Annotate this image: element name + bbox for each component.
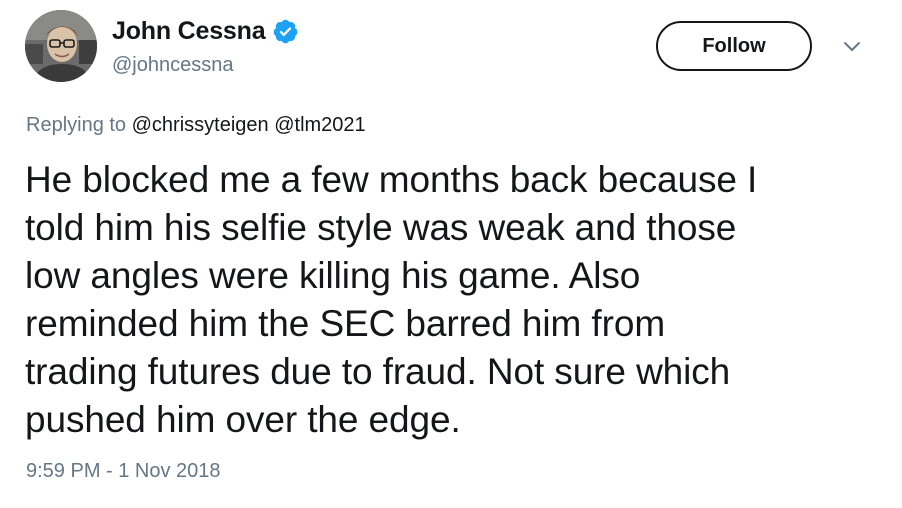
chevron-down-icon[interactable]	[842, 40, 862, 54]
tweet-text-line: He blocked me a few months back because …	[25, 159, 758, 200]
mention-link[interactable]: @tlm2021	[274, 114, 365, 136]
user-handle[interactable]: @johncessna	[112, 54, 233, 77]
mention-link[interactable]: @chrissyteigen	[132, 114, 269, 136]
replying-to-label: Replying to	[26, 114, 127, 136]
tweet-text-line: reminded him the SEC barred him from	[25, 303, 666, 344]
tweet-timestamp[interactable]: 9:59 PM - 1 Nov 2018	[26, 460, 221, 483]
replying-to: Replying to @chrissyteigen @tlm2021	[26, 114, 366, 137]
tweet-text-line: told him his selfie style was weak and t…	[25, 207, 737, 248]
tweet-text: He blocked me a few months back because …	[25, 156, 885, 444]
tweet-text-line: low angles were killing his game. Also	[25, 255, 641, 296]
tweet-text-line: trading futures due to fraud. Not sure w…	[25, 351, 731, 392]
tweet-text-line: pushed him over the edge.	[25, 399, 461, 440]
name-row: John Cessna	[112, 14, 299, 48]
tweet-card: John Cessna @johncessna Follow Replying …	[0, 0, 902, 508]
display-name[interactable]: John Cessna	[112, 17, 266, 46]
verified-badge-icon	[272, 18, 299, 45]
avatar[interactable]	[25, 10, 97, 82]
follow-button[interactable]: Follow	[656, 21, 812, 71]
avatar-image	[25, 10, 97, 82]
